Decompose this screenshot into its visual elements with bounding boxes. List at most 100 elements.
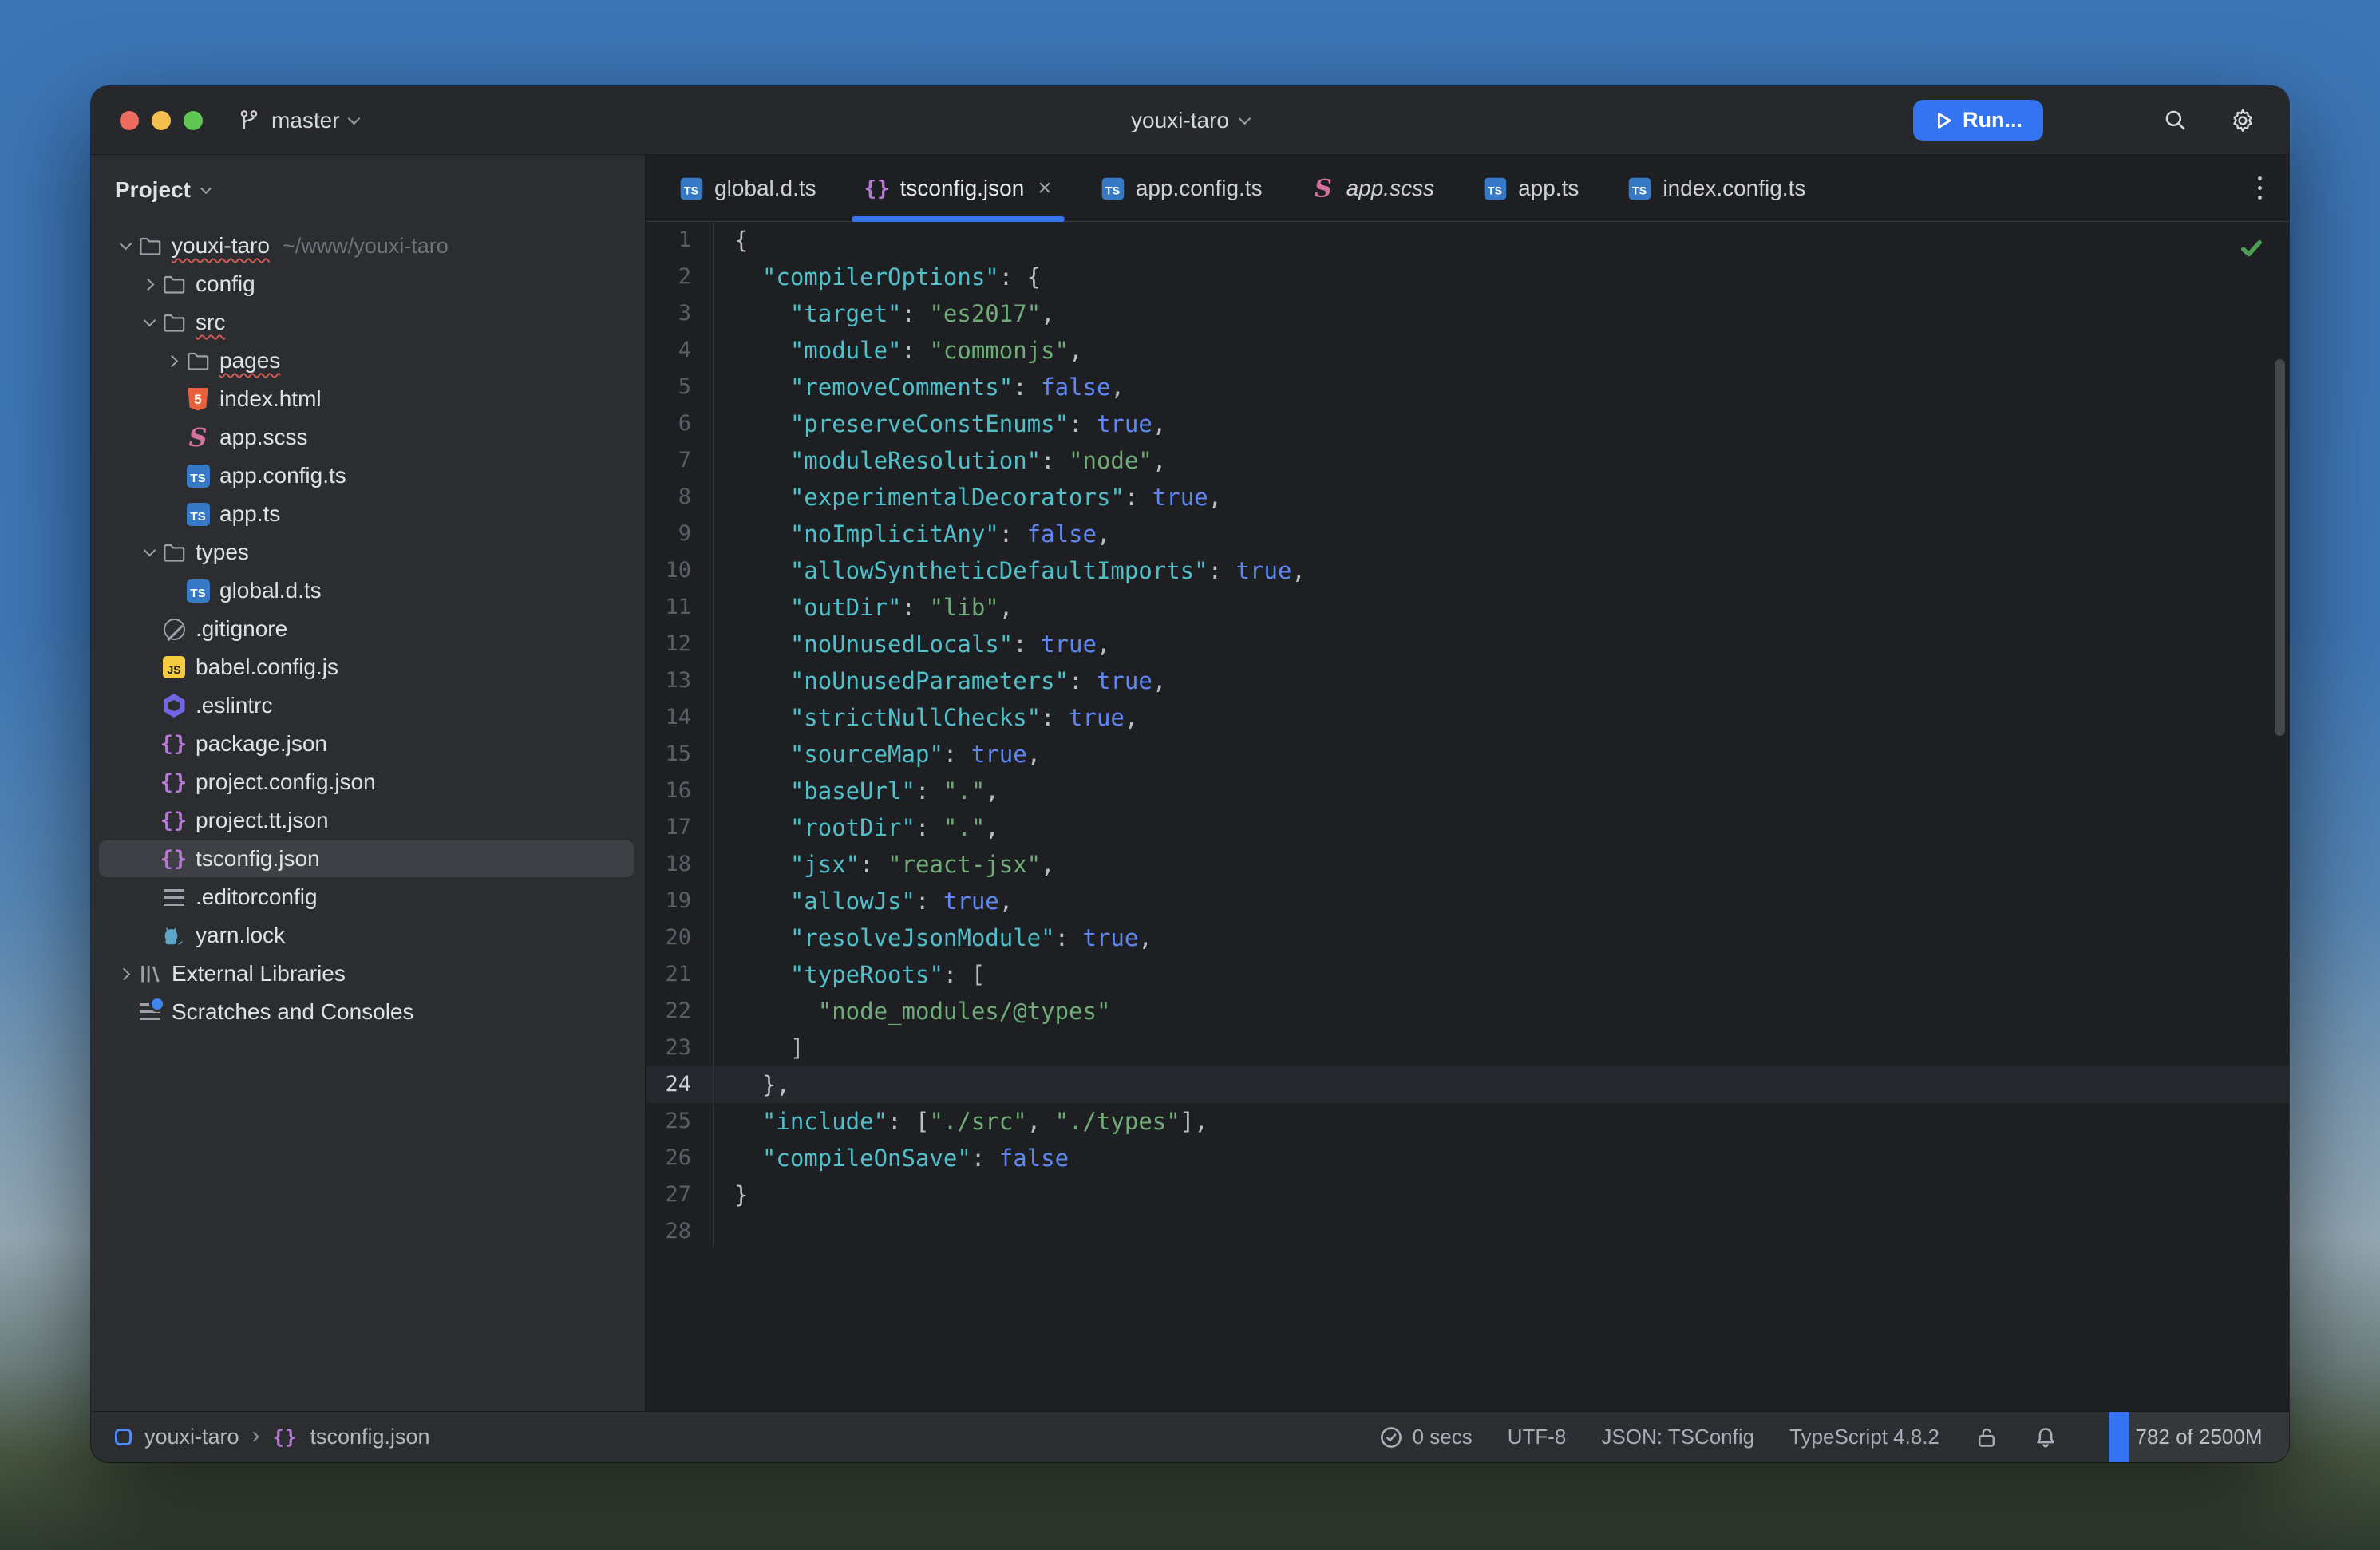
line-content: }: [714, 1176, 748, 1213]
tree-item-config[interactable]: config: [91, 265, 645, 303]
code-line-15[interactable]: 15 "sourceMap": true,: [646, 736, 2289, 773]
line-content: "noUnusedLocals": true,: [714, 626, 1110, 662]
encoding-widget[interactable]: UTF-8: [1508, 1425, 1567, 1449]
code-line-3[interactable]: 3 "target": "es2017",: [646, 295, 2289, 332]
tab-options-kebab-icon[interactable]: [2258, 176, 2262, 200]
chevron-expanded-icon[interactable]: [113, 243, 137, 248]
code-line-28[interactable]: 28: [646, 1213, 2289, 1250]
code-line-19[interactable]: 19 "allowJs": true,: [646, 883, 2289, 919]
readonly-toggle[interactable]: [1975, 1425, 1998, 1449]
tree-item--eslintrc[interactable]: .eslintrc: [91, 686, 645, 725]
editor-scrollbar[interactable]: [2275, 359, 2285, 736]
tree-item-yarn-lock[interactable]: yarn.lock: [91, 916, 645, 955]
line-content: "allowSyntheticDefaultImports": true,: [714, 552, 1306, 589]
line-content: "target": "es2017",: [714, 295, 1055, 332]
tree-item--editorconfig[interactable]: .editorconfig: [91, 878, 645, 916]
inspections-ok-icon[interactable]: [2238, 235, 2265, 266]
settings-button[interactable]: [2230, 108, 2255, 133]
tree-item-label: tsconfig.json: [196, 846, 320, 872]
code-line-21[interactable]: 21 "typeRoots": [: [646, 956, 2289, 993]
tree-item-scratches-and-consoles[interactable]: Scratches and Consoles: [91, 993, 645, 1031]
code-line-27[interactable]: 27}: [646, 1176, 2289, 1213]
tree-item--gitignore[interactable]: .gitignore: [91, 610, 645, 648]
memory-indicator[interactable]: 782 of 2500M: [2109, 1412, 2289, 1462]
chevron-collapsed-icon[interactable]: [113, 970, 137, 979]
code-editor[interactable]: 1{2 "compilerOptions": {3 "target": "es2…: [646, 222, 2289, 1411]
code-line-17[interactable]: 17 "rootDir": ".",: [646, 809, 2289, 846]
chevron-collapsed-icon[interactable]: [161, 357, 185, 366]
breadcrumb-file[interactable]: tsconfig.json: [310, 1425, 429, 1449]
git-branch-widget[interactable]: master: [236, 108, 358, 133]
breadcrumb-project[interactable]: youxi-taro: [144, 1425, 239, 1449]
code-line-5[interactable]: 5 "removeComments": false,: [646, 369, 2289, 405]
module-icon: [115, 1429, 132, 1445]
tree-item-babel-config-js[interactable]: JSbabel.config.js: [91, 648, 645, 686]
close-tab-icon[interactable]: ×: [1038, 176, 1052, 200]
tree-item-label: index.html: [219, 386, 322, 412]
code-line-23[interactable]: 23 ]: [646, 1030, 2289, 1066]
line-number: 13: [646, 662, 714, 699]
line-number: 3: [646, 295, 714, 332]
line-content: "compileOnSave": false: [714, 1140, 1069, 1176]
tab-tsconfig-json[interactable]: {}tsconfig.json×: [840, 155, 1076, 221]
code-line-18[interactable]: 18 "jsx": "react-jsx",: [646, 846, 2289, 883]
tree-item-app-ts[interactable]: TSapp.ts: [91, 495, 645, 533]
search-everywhere-button[interactable]: [2163, 108, 2188, 133]
close-window-button[interactable]: [120, 111, 139, 130]
code-line-13[interactable]: 13 "noUnusedParameters": true,: [646, 662, 2289, 699]
code-line-24[interactable]: 24 },: [646, 1066, 2289, 1103]
typescript-version-widget[interactable]: TypeScript 4.8.2: [1789, 1425, 1939, 1449]
line-number: 20: [646, 919, 714, 956]
tree-item-youxi-taro[interactable]: youxi-taro~/www/youxi-taro: [91, 227, 645, 265]
code-line-1[interactable]: 1{: [646, 222, 2289, 259]
tree-item-tsconfig-json[interactable]: {}tsconfig.json: [91, 840, 645, 878]
tree-item-global-d-ts[interactable]: TSglobal.d.ts: [91, 571, 645, 610]
tree-item-package-json[interactable]: {}package.json: [91, 725, 645, 763]
tab-app-config-ts[interactable]: TSapp.config.ts: [1076, 155, 1287, 221]
code-line-4[interactable]: 4 "module": "commonjs",: [646, 332, 2289, 369]
tree-item-external-libraries[interactable]: External Libraries: [91, 955, 645, 993]
tree-item-pages[interactable]: pages: [91, 342, 645, 380]
tab-index-config-ts[interactable]: TSindex.config.ts: [1603, 155, 1829, 221]
code-line-22[interactable]: 22 "node_modules/@types": [646, 993, 2289, 1030]
code-line-16[interactable]: 16 "baseUrl": ".",: [646, 773, 2289, 809]
zoom-window-button[interactable]: [184, 111, 203, 130]
tab-app-scss[interactable]: Sapp.scss: [1287, 155, 1459, 221]
tab-app-ts[interactable]: TSapp.ts: [1458, 155, 1603, 221]
project-panel-header[interactable]: Project: [91, 168, 645, 212]
tree-item-app-config-ts[interactable]: TSapp.config.ts: [91, 457, 645, 495]
tree-item-label: Scratches and Consoles: [172, 999, 414, 1025]
notifications-button[interactable]: [2034, 1425, 2058, 1449]
tree-item-project-config-json[interactable]: {}project.config.json: [91, 763, 645, 801]
tree-item-types[interactable]: types: [91, 533, 645, 571]
code-line-10[interactable]: 10 "allowSyntheticDefaultImports": true,: [646, 552, 2289, 589]
code-line-7[interactable]: 7 "moduleResolution": "node",: [646, 442, 2289, 479]
build-time-widget[interactable]: 0 secs: [1379, 1425, 1473, 1449]
tree-item-index-html[interactable]: 5index.html: [91, 380, 645, 418]
code-line-2[interactable]: 2 "compilerOptions": {: [646, 259, 2289, 295]
code-line-12[interactable]: 12 "noUnusedLocals": true,: [646, 626, 2289, 662]
code-line-25[interactable]: 25 "include": ["./src", "./types"],: [646, 1103, 2289, 1140]
tab-global-d-ts[interactable]: TSglobal.d.ts: [654, 155, 840, 221]
project-switcher[interactable]: youxi-taro: [1131, 86, 1249, 154]
typescript-version-label: TypeScript 4.8.2: [1789, 1425, 1939, 1449]
code-line-14[interactable]: 14 "strictNullChecks": true,: [646, 699, 2289, 736]
code-line-20[interactable]: 20 "resolveJsonModule": true,: [646, 919, 2289, 956]
yarn-lock-icon: [161, 923, 187, 948]
ide-window: master youxi-taro Run...: [91, 86, 2289, 1462]
chevron-collapsed-icon[interactable]: [137, 280, 161, 289]
code-line-11[interactable]: 11 "outDir": "lib",: [646, 589, 2289, 626]
chevron-expanded-icon[interactable]: [137, 320, 161, 325]
tree-item-project-tt-json[interactable]: {}project.tt.json: [91, 801, 645, 840]
filetype-widget[interactable]: JSON: TSConfig: [1601, 1425, 1754, 1449]
code-line-6[interactable]: 6 "preserveConstEnums": true,: [646, 405, 2289, 442]
code-line-26[interactable]: 26 "compileOnSave": false: [646, 1140, 2289, 1176]
tree-item-src[interactable]: src: [91, 303, 645, 342]
code-line-8[interactable]: 8 "experimentalDecorators": true,: [646, 479, 2289, 516]
line-number: 7: [646, 442, 714, 479]
minimize-window-button[interactable]: [152, 111, 171, 130]
code-line-9[interactable]: 9 "noImplicitAny": false,: [646, 516, 2289, 552]
chevron-expanded-icon[interactable]: [137, 550, 161, 555]
run-button[interactable]: Run...: [1913, 100, 2043, 141]
tree-item-app-scss[interactable]: Sapp.scss: [91, 418, 645, 457]
